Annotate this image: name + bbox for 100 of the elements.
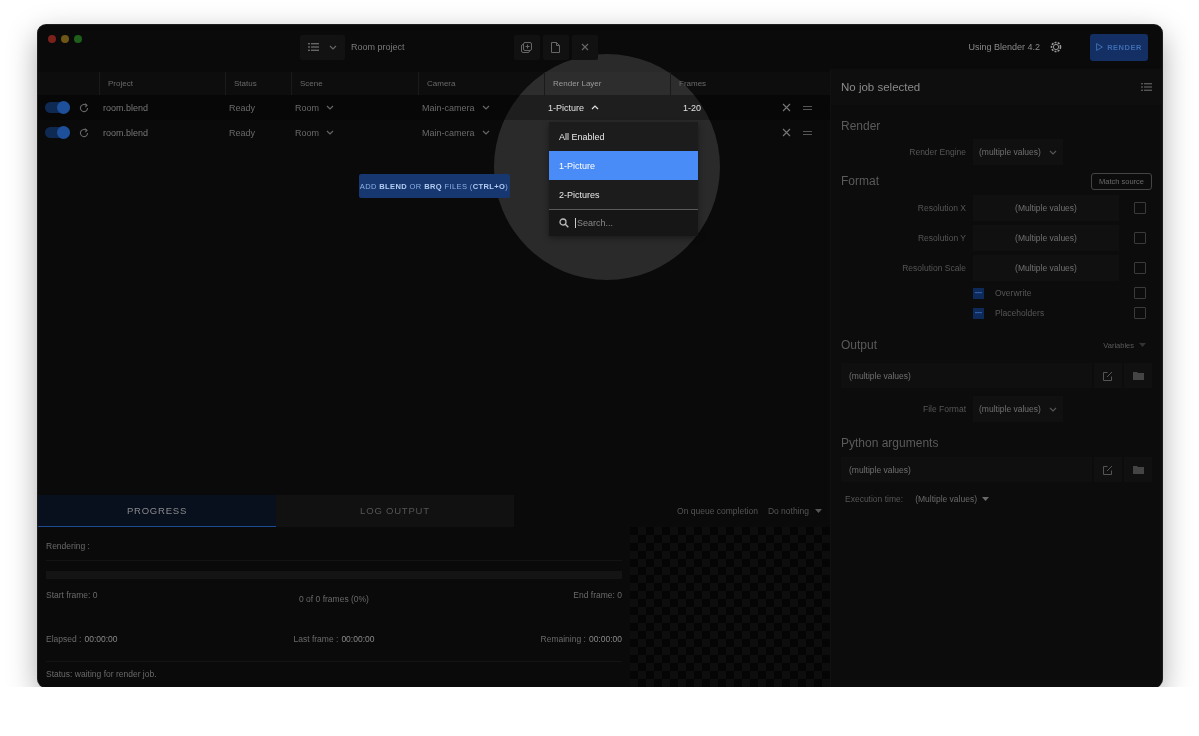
end-frame: End frame: 0 xyxy=(573,590,622,604)
status-text: Ready xyxy=(228,102,256,113)
input-field[interactable]: (Multiple values) xyxy=(973,255,1119,281)
chevron-down-icon xyxy=(481,130,490,135)
edit-icon xyxy=(1103,370,1113,381)
enable-toggle[interactable] xyxy=(45,102,70,113)
column-header[interactable]: Status xyxy=(225,72,291,95)
new-file-button[interactable] xyxy=(542,34,569,60)
panel-tab[interactable]: LOG OUTPUT xyxy=(276,495,514,527)
edit-button[interactable] xyxy=(1094,457,1122,482)
chevron-down-icon xyxy=(329,44,337,50)
dropdown-option[interactable]: 1-Picture xyxy=(549,151,698,180)
scene-dropdown[interactable]: Room xyxy=(291,101,418,114)
field-label: Render Engine xyxy=(908,147,966,157)
panel-tab[interactable]: PROGRESS xyxy=(38,495,276,527)
project-file: room.blend xyxy=(102,102,150,113)
dash-icon xyxy=(975,292,982,294)
dropdown-option[interactable]: All Enabled xyxy=(549,122,698,151)
render-engine-dropdown[interactable]: (multiple values) xyxy=(973,139,1063,165)
browse-button[interactable] xyxy=(1124,457,1152,482)
chevron-down-icon xyxy=(326,105,334,110)
remaining-label: Remaining : xyxy=(540,634,586,644)
enable-toggle[interactable] xyxy=(45,127,70,138)
input-field[interactable]: (Multiple values) xyxy=(973,225,1119,251)
drag-handle-icon[interactable] xyxy=(803,105,812,110)
checkbox[interactable] xyxy=(1134,287,1146,299)
close-icon xyxy=(580,43,589,51)
input-field[interactable]: (Multiple values) xyxy=(973,195,1119,221)
browse-button[interactable] xyxy=(1124,363,1152,388)
duplicate-button[interactable] xyxy=(513,34,540,60)
window-control-dot[interactable] xyxy=(74,34,82,43)
drag-handle-icon[interactable] xyxy=(803,130,812,135)
frames-range: 1-20 xyxy=(682,102,702,113)
column-header[interactable]: Render Layer xyxy=(544,72,670,95)
field-label: Resolution Y xyxy=(916,233,966,243)
rendering-label: Rendering : xyxy=(46,541,91,551)
folder-icon xyxy=(1132,371,1144,380)
window-control-dot[interactable] xyxy=(61,34,69,43)
checkbox[interactable] xyxy=(1134,232,1146,244)
copy-icon xyxy=(521,41,533,53)
start-frame: Start frame: 0 xyxy=(46,590,300,604)
file-format-dropdown[interactable]: (multiple values) xyxy=(973,396,1063,422)
column-header[interactable]: Project xyxy=(99,72,225,95)
edit-button[interactable] xyxy=(1094,363,1122,388)
settings-icon[interactable] xyxy=(1049,40,1063,54)
chevron-down-icon xyxy=(1048,406,1057,412)
queue-completion-label: On queue completion xyxy=(677,506,758,516)
section-heading: Render xyxy=(841,119,881,133)
section-heading: Output xyxy=(841,338,878,352)
window-control-dot[interactable] xyxy=(48,34,56,43)
project-name: Room project xyxy=(351,42,405,52)
field-label: Resolution Scale xyxy=(901,263,966,273)
mixed-checkbox[interactable] xyxy=(973,307,984,319)
refresh-icon[interactable] xyxy=(79,127,89,138)
column-header[interactable]: Camera xyxy=(418,72,544,95)
close-button[interactable] xyxy=(571,34,598,60)
last-frame-label: Last frame : xyxy=(293,634,339,644)
section-heading: Python arguments xyxy=(841,436,939,450)
chevron-down-icon xyxy=(1048,149,1057,155)
triangle-down-icon xyxy=(815,509,822,513)
edit-icon xyxy=(1103,464,1113,475)
folder-icon xyxy=(1132,465,1144,474)
field-label: Execution time: xyxy=(845,494,904,504)
search-input[interactable]: Search... xyxy=(575,218,677,228)
triangle-down-icon xyxy=(1139,343,1146,347)
panel-title: No job selected xyxy=(841,81,921,93)
last-frame-time: 00:00:00 xyxy=(341,634,375,644)
remove-icon[interactable] xyxy=(782,128,791,137)
camera-dropdown[interactable]: Main-camera xyxy=(418,101,544,114)
blender-version: Using Blender 4.2 xyxy=(968,42,1040,52)
scene-dropdown[interactable]: Room xyxy=(291,126,418,139)
dropdown-option[interactable]: 2-Pictures xyxy=(549,180,698,209)
refresh-icon[interactable] xyxy=(79,102,89,113)
triangle-down-icon xyxy=(982,497,989,501)
column-header[interactable]: Scene xyxy=(291,72,418,95)
file-icon xyxy=(551,41,561,53)
frames-count: 0 of 0 frames (0%) xyxy=(299,594,369,604)
list-icon xyxy=(308,43,319,51)
view-menu-button[interactable] xyxy=(300,34,345,60)
search-field[interactable]: Search... xyxy=(549,209,698,236)
checkbox[interactable] xyxy=(1134,262,1146,274)
search-icon xyxy=(559,218,569,228)
field-label: File Format xyxy=(922,404,966,414)
execution-time-dropdown[interactable]: (Multiple values) xyxy=(915,494,989,504)
checkbox[interactable] xyxy=(1134,307,1146,319)
elapsed-label: Elapsed : xyxy=(46,634,82,644)
camera-dropdown[interactable]: Main-camera xyxy=(418,126,544,139)
mixed-checkbox[interactable] xyxy=(973,287,984,299)
list-icon[interactable] xyxy=(1141,83,1152,91)
chevron-up-icon xyxy=(591,105,599,110)
remove-icon[interactable] xyxy=(782,103,791,112)
queue-action-dropdown[interactable]: Do nothing xyxy=(767,506,822,516)
play-icon xyxy=(1096,43,1104,51)
remaining-time: 00:00:00 xyxy=(588,634,622,644)
column-header[interactable]: Frames xyxy=(670,72,742,95)
option-label: Overwrite xyxy=(995,288,1032,298)
status-message: Status: waiting for render job. xyxy=(46,669,158,679)
render-layer-dropdown[interactable]: 1-Picture xyxy=(544,101,670,114)
checkbox[interactable] xyxy=(1134,202,1146,214)
status-text: Ready xyxy=(228,127,256,138)
